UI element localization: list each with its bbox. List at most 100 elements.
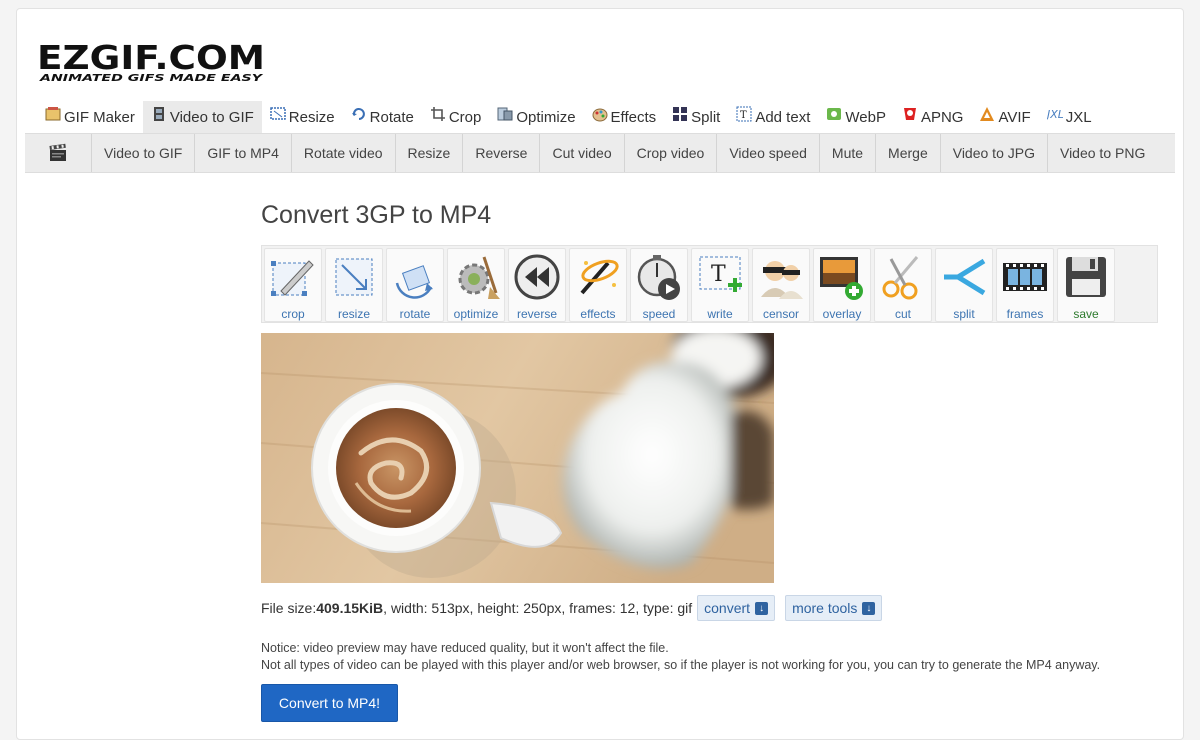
nav-item-label: WebP: [845, 108, 886, 126]
convert-label: convert: [704, 600, 751, 616]
effects-tool-icon: [580, 259, 619, 295]
subnav-item-video-to-png[interactable]: Video to PNG: [1048, 134, 1157, 172]
tool-label: resize: [337, 307, 370, 321]
tool-overlay[interactable]: overlay: [813, 248, 871, 322]
subnav-item-reverse[interactable]: Reverse: [463, 134, 541, 172]
gif-maker-icon: [45, 107, 61, 121]
nav-item-gif-maker[interactable]: GIF Maker: [37, 101, 143, 133]
split-icon: [673, 107, 688, 121]
tool-optimize[interactable]: optimize: [447, 248, 505, 322]
svg-text:T: T: [711, 262, 726, 287]
tool-label: cut: [894, 307, 911, 321]
avif-icon: [980, 107, 995, 121]
nav-item-jxl[interactable]: JXL JXL: [1039, 101, 1100, 133]
subnav-item-video-speed[interactable]: Video speed: [717, 134, 820, 172]
subnav-item-merge[interactable]: Merge: [876, 134, 941, 172]
tool-label: speed: [642, 307, 676, 321]
crop-icon: [430, 107, 445, 121]
nav-item-label: Rotate: [369, 108, 414, 126]
jxl-icon: JXL: [1047, 108, 1063, 121]
tool-label: optimize: [453, 307, 499, 321]
logo-image: EZGIF.COM ANIMATED GIFS MADE EASY: [37, 38, 265, 84]
tool-bar: crop resize rotate optimize reverse effects sp…: [261, 245, 1158, 323]
nav-item-apng[interactable]: APNG: [894, 101, 972, 133]
tool-label: save: [1073, 307, 1099, 321]
tool-rotate[interactable]: rotate: [386, 248, 444, 322]
nav-item-label: Video to GIF: [169, 108, 254, 126]
nav-item-avif[interactable]: AVIF: [971, 101, 1038, 133]
convert-dropdown-button[interactable]: convert ↓: [697, 595, 776, 621]
tool-label: crop: [281, 307, 305, 321]
tool-frames[interactable]: frames: [996, 248, 1054, 322]
file-size-value: 409.15KiB: [316, 600, 384, 616]
nav-item-label: Crop: [448, 108, 482, 126]
nav-item-label: Effects: [610, 108, 657, 126]
notice-line-1: Notice: video preview may have reduced q…: [261, 641, 669, 655]
subnav-item-crop-video[interactable]: Crop video: [625, 134, 718, 172]
nav-item-label: APNG: [920, 108, 964, 126]
tool-write[interactable]: Twrite: [691, 248, 749, 322]
crop-tool-icon: [271, 260, 314, 296]
nav-item-video-to-gif[interactable]: Video to GIF: [142, 101, 262, 133]
nav-item-rotate[interactable]: Rotate: [343, 101, 422, 133]
file-info: File size: 409.15KiB, width: 513px, heig…: [261, 595, 883, 621]
censor-tool-icon: [761, 261, 803, 299]
webp-icon: [827, 108, 842, 120]
tool-label: censor: [762, 307, 800, 321]
logo-tagline: ANIMATED GIFS MADE EASY: [39, 73, 265, 83]
rotate-tool-icon: [395, 265, 433, 299]
nav-item-resize[interactable]: Resize: [262, 101, 343, 133]
nav-item-crop[interactable]: Crop: [422, 101, 490, 133]
clapperboard-icon[interactable]: [25, 134, 92, 172]
notice-text: Notice: video preview may have reduced q…: [261, 640, 1100, 674]
tool-cut[interactable]: cut: [874, 248, 932, 322]
convert-to-mp4-button[interactable]: Convert to MP4!: [261, 684, 398, 722]
file-size-label: File size:: [261, 600, 317, 616]
tool-effects[interactable]: effects: [569, 248, 627, 322]
tool-split[interactable]: split: [935, 248, 993, 322]
logo-main: EZGIF.COM: [37, 41, 265, 77]
subnav-item-mute[interactable]: Mute: [820, 134, 877, 172]
video-preview[interactable]: [261, 333, 774, 583]
nav-item-label: AVIF: [998, 108, 1031, 126]
film-icon: [153, 107, 164, 121]
file-dimensions: , width: 513px, height: 250px, frames: 1…: [383, 600, 693, 616]
tool-reverse[interactable]: reverse: [508, 248, 566, 322]
tool-censor[interactable]: censor: [752, 248, 810, 322]
split-tool-icon: [944, 258, 986, 296]
subnav-item-video-to-gif[interactable]: Video to GIF: [92, 134, 196, 172]
optimize-icon: [497, 107, 513, 121]
save-tool-icon: [1066, 257, 1106, 297]
subnav-item-gif-to-mp4[interactable]: GIF to MP4: [195, 134, 292, 172]
scissors-tool-icon: [882, 256, 919, 300]
nav-item-add-text[interactable]: T Add text: [728, 101, 818, 133]
ezgif-logo[interactable]: EZGIF.COM ANIMATED GIFS MADE EASY: [37, 38, 267, 84]
nav-item-webp[interactable]: WebP: [818, 101, 894, 133]
nav-item-split[interactable]: Split: [664, 101, 728, 133]
download-arrow-icon: ↓: [862, 601, 876, 615]
resize-tool-icon: [335, 258, 373, 296]
subnav-item-resize[interactable]: Resize: [396, 134, 464, 172]
subnav-item-video-to-jpg[interactable]: Video to JPG: [941, 134, 1048, 172]
more-tools-label: more tools: [792, 600, 858, 616]
subnav-item-rotate-video[interactable]: Rotate video: [292, 134, 396, 172]
frames-tool-icon: [1003, 263, 1047, 291]
more-tools-dropdown-button[interactable]: more tools ↓: [785, 595, 883, 621]
svg-text:JXL: JXL: [1047, 108, 1063, 121]
nav-item-label: GIF Maker: [64, 108, 135, 126]
tool-save[interactable]: save: [1057, 248, 1115, 322]
tool-resize[interactable]: resize: [325, 248, 383, 322]
add-text-icon: T: [736, 106, 752, 122]
tool-crop[interactable]: crop: [264, 248, 322, 322]
tool-label: split: [953, 307, 975, 321]
nav-item-effects[interactable]: Effects: [584, 101, 665, 133]
nav-item-label: JXL: [1065, 108, 1092, 126]
resize-icon: [270, 107, 286, 120]
nav-item-optimize[interactable]: Optimize: [489, 101, 583, 133]
subnav-item-cut-video[interactable]: Cut video: [540, 134, 625, 172]
page-container: EZGIF.COM ANIMATED GIFS MADE EASY GIF Ma…: [16, 8, 1184, 740]
nav-item-label: Resize: [288, 108, 335, 126]
tool-speed[interactable]: speed: [630, 248, 688, 322]
nav-item-label: Split: [691, 108, 721, 126]
notice-line-2: Not all types of video can be played wit…: [261, 658, 1101, 672]
